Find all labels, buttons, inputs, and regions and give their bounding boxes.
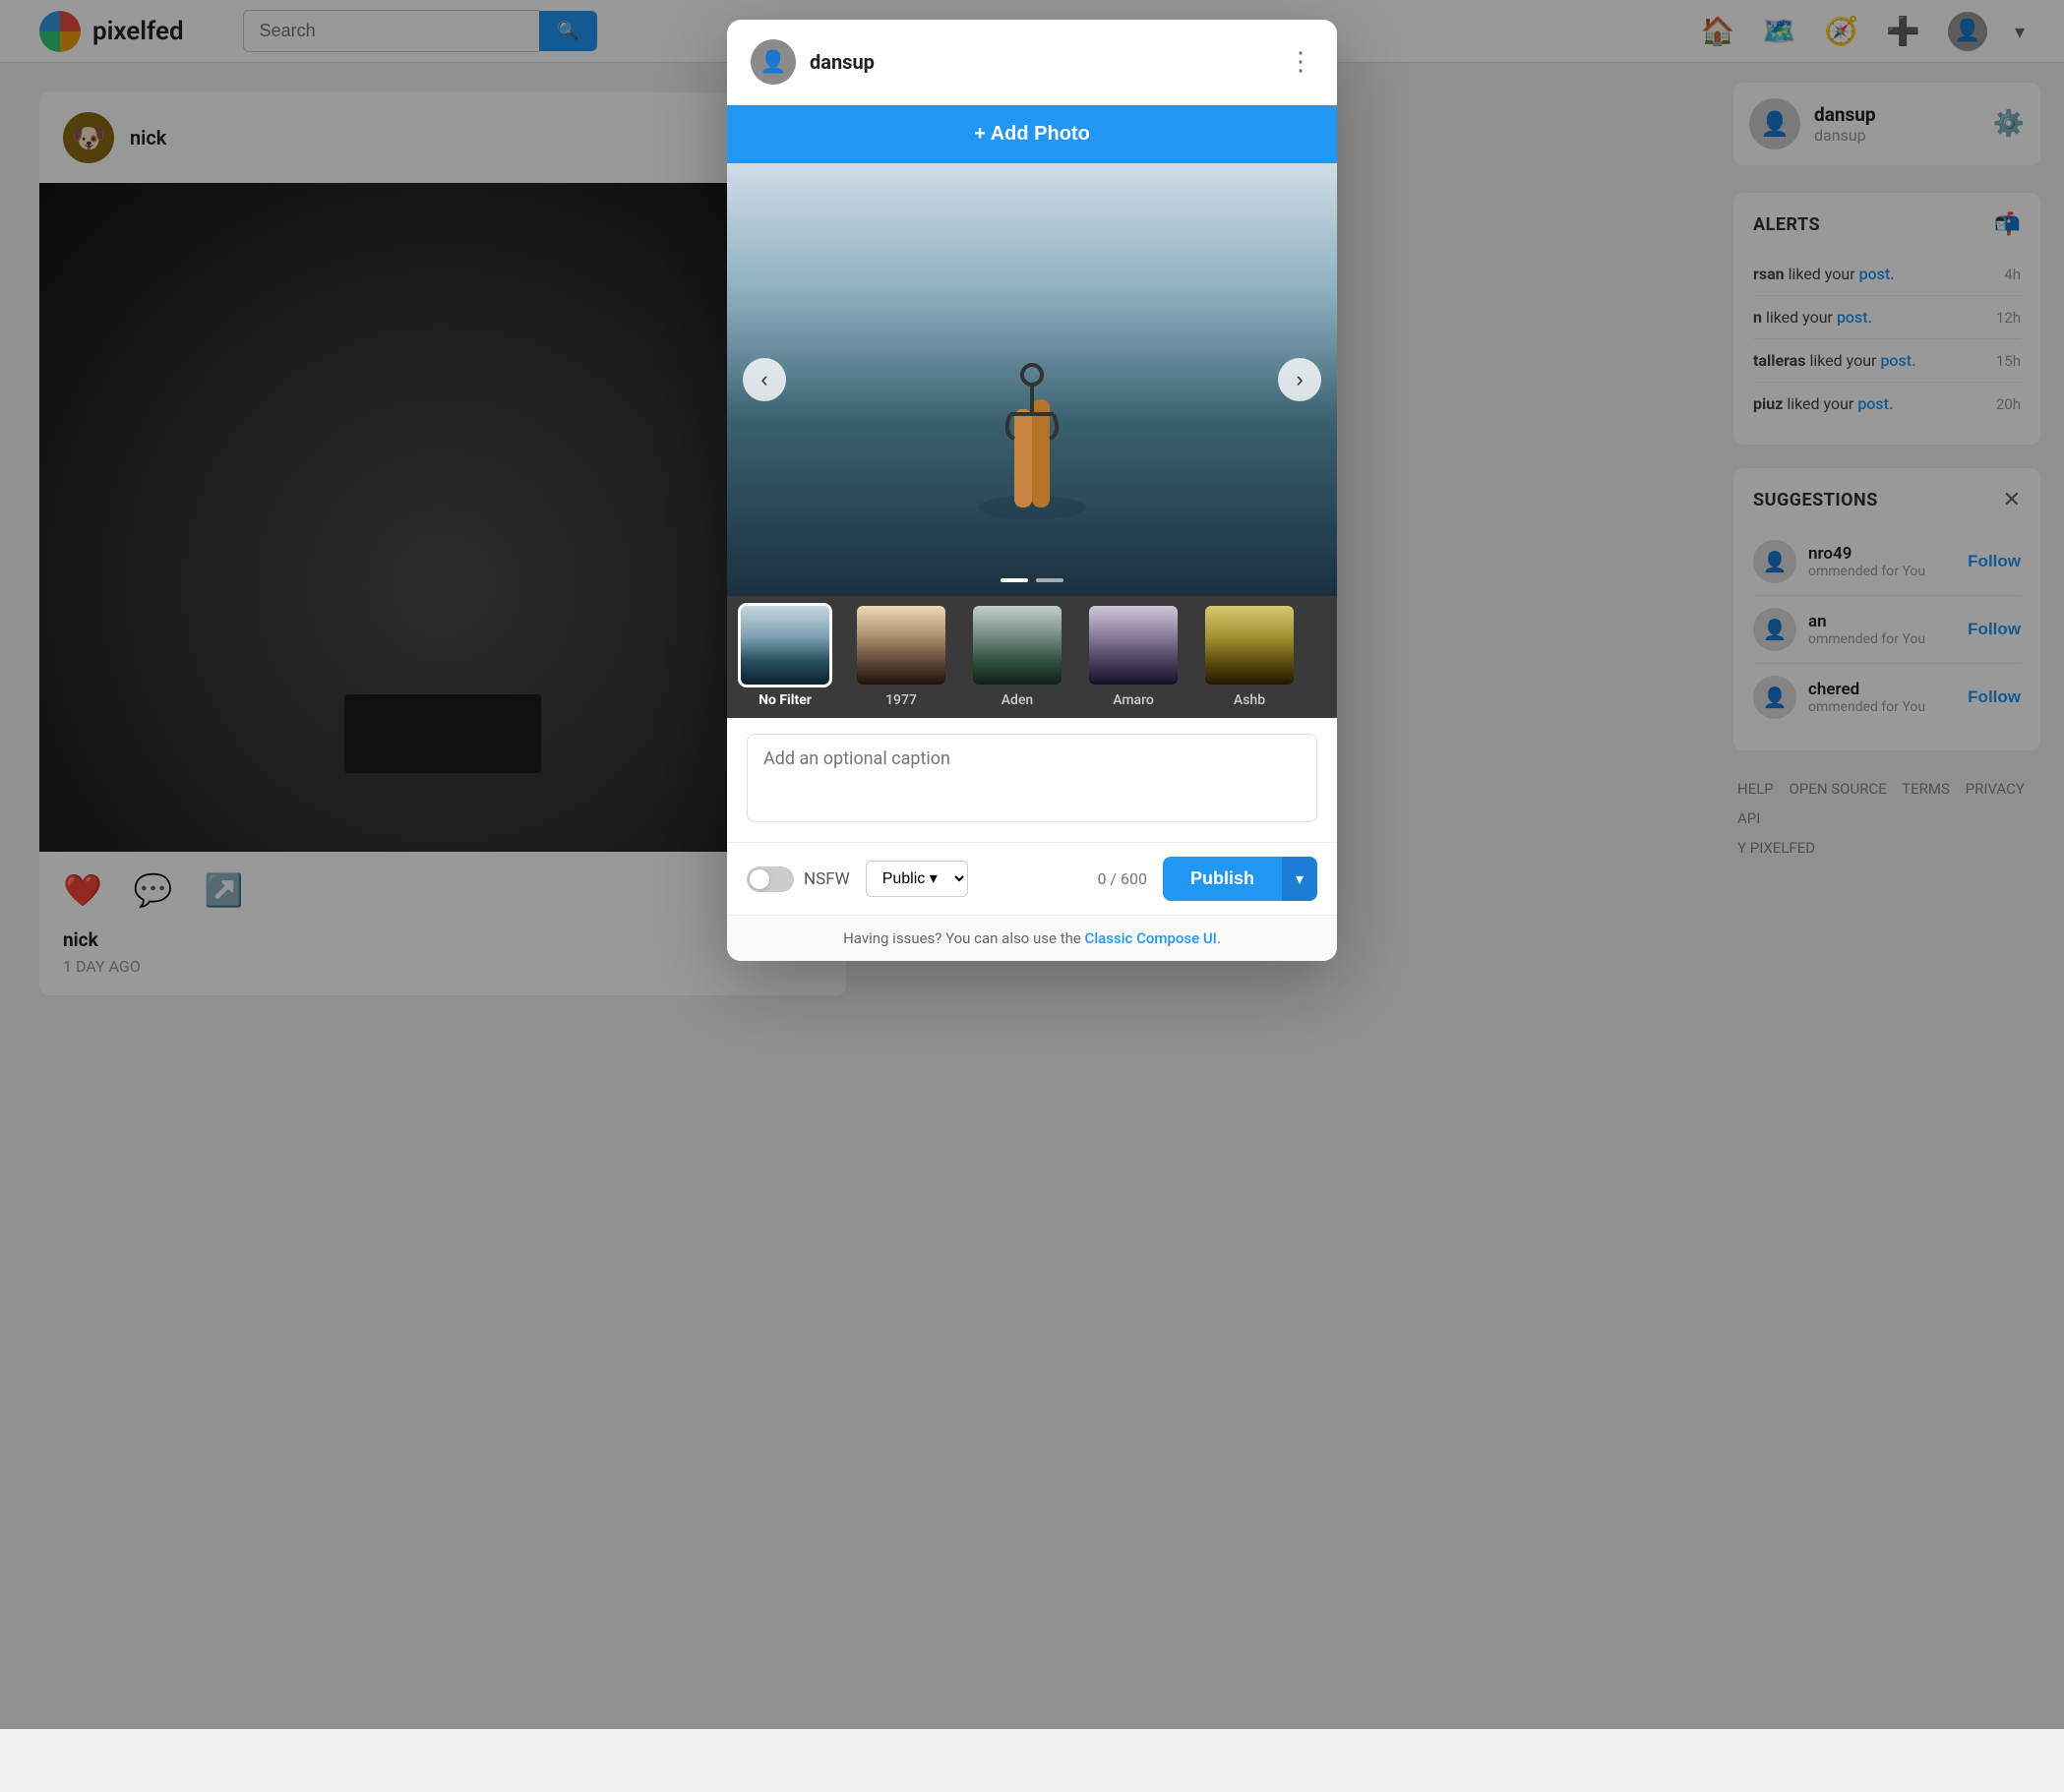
carousel-dots	[1001, 578, 1063, 582]
filter-thumb-1977	[857, 606, 945, 685]
visibility-select[interactable]: Public ▾ Unlisted Private	[866, 861, 968, 897]
nsfw-toggle-switch[interactable]	[747, 866, 794, 892]
filter-thumbnail-ashby	[1205, 606, 1294, 685]
filter-label-nofilter: No Filter	[759, 692, 812, 708]
nsfw-label: NSFW	[804, 869, 850, 889]
filter-item-aden[interactable]: Aden	[959, 596, 1075, 718]
filter-label-1977: 1977	[885, 692, 917, 708]
filter-thumbnail-1977	[857, 606, 945, 685]
modal-username: dansup	[810, 50, 1288, 74]
filter-thumbnail-nofilter	[741, 606, 829, 685]
add-photo-button[interactable]: + Add Photo	[727, 105, 1337, 163]
carousel-dot-1	[1001, 578, 1028, 582]
hands-anchor-illustration	[973, 330, 1091, 547]
modal-bottom-bar: NSFW Public ▾ Unlisted Private 0 / 600 P…	[727, 842, 1337, 915]
filter-label-ashby: Ashb	[1234, 692, 1265, 708]
filter-thumb-amaro	[1089, 606, 1178, 685]
photo-carousel: ‹ ›	[727, 163, 1337, 596]
filter-item-ashby[interactable]: Ashb	[1191, 596, 1307, 718]
nsfw-toggle: NSFW	[747, 866, 850, 892]
modal-footer: Having issues? You can also use the Clas…	[727, 915, 1337, 961]
filter-label-amaro: Amaro	[1113, 692, 1154, 708]
modal-three-dots-icon[interactable]: ⋮	[1288, 47, 1313, 77]
caption-textarea[interactable]	[747, 734, 1317, 822]
publish-dropdown-button[interactable]: ▾	[1282, 857, 1317, 901]
carousel-main-image	[727, 163, 1337, 596]
filter-thumbnail-amaro	[1089, 606, 1178, 685]
filter-item-amaro[interactable]: Amaro	[1075, 596, 1191, 718]
modal-footer-text: Having issues? You can also use the	[843, 929, 1084, 947]
modal-footer-suffix: .	[1217, 929, 1221, 947]
filters-row: No Filter 1977 Aden Amaro	[727, 596, 1337, 718]
compose-modal: 👤 dansup ⋮ + Add Photo	[727, 20, 1337, 961]
carousel-dot-2	[1036, 578, 1063, 582]
char-count: 0 / 600	[1097, 869, 1147, 888]
caption-area	[727, 718, 1337, 842]
filter-item-1977[interactable]: 1977	[843, 596, 959, 718]
modal-overlay[interactable]: 👤 dansup ⋮ + Add Photo	[0, 0, 2064, 1729]
carousel-next-button[interactable]: ›	[1278, 358, 1321, 401]
carousel-prev-button[interactable]: ‹	[743, 358, 786, 401]
nsfw-toggle-knob	[750, 869, 769, 889]
filter-thumbnail-aden	[973, 606, 1062, 685]
filter-item-nofilter[interactable]: No Filter	[727, 596, 843, 718]
filter-thumb-aden	[973, 606, 1062, 685]
filter-label-aden: Aden	[1002, 692, 1033, 708]
filter-thumb-ashby	[1205, 606, 1294, 685]
modal-header: 👤 dansup ⋮	[727, 20, 1337, 105]
modal-user-avatar: 👤	[751, 39, 796, 85]
filter-thumb-nofilter	[741, 606, 829, 685]
classic-compose-link[interactable]: Classic Compose UI	[1085, 929, 1217, 947]
publish-button[interactable]: Publish	[1163, 857, 1282, 901]
publish-btn-group: Publish ▾	[1163, 857, 1317, 901]
